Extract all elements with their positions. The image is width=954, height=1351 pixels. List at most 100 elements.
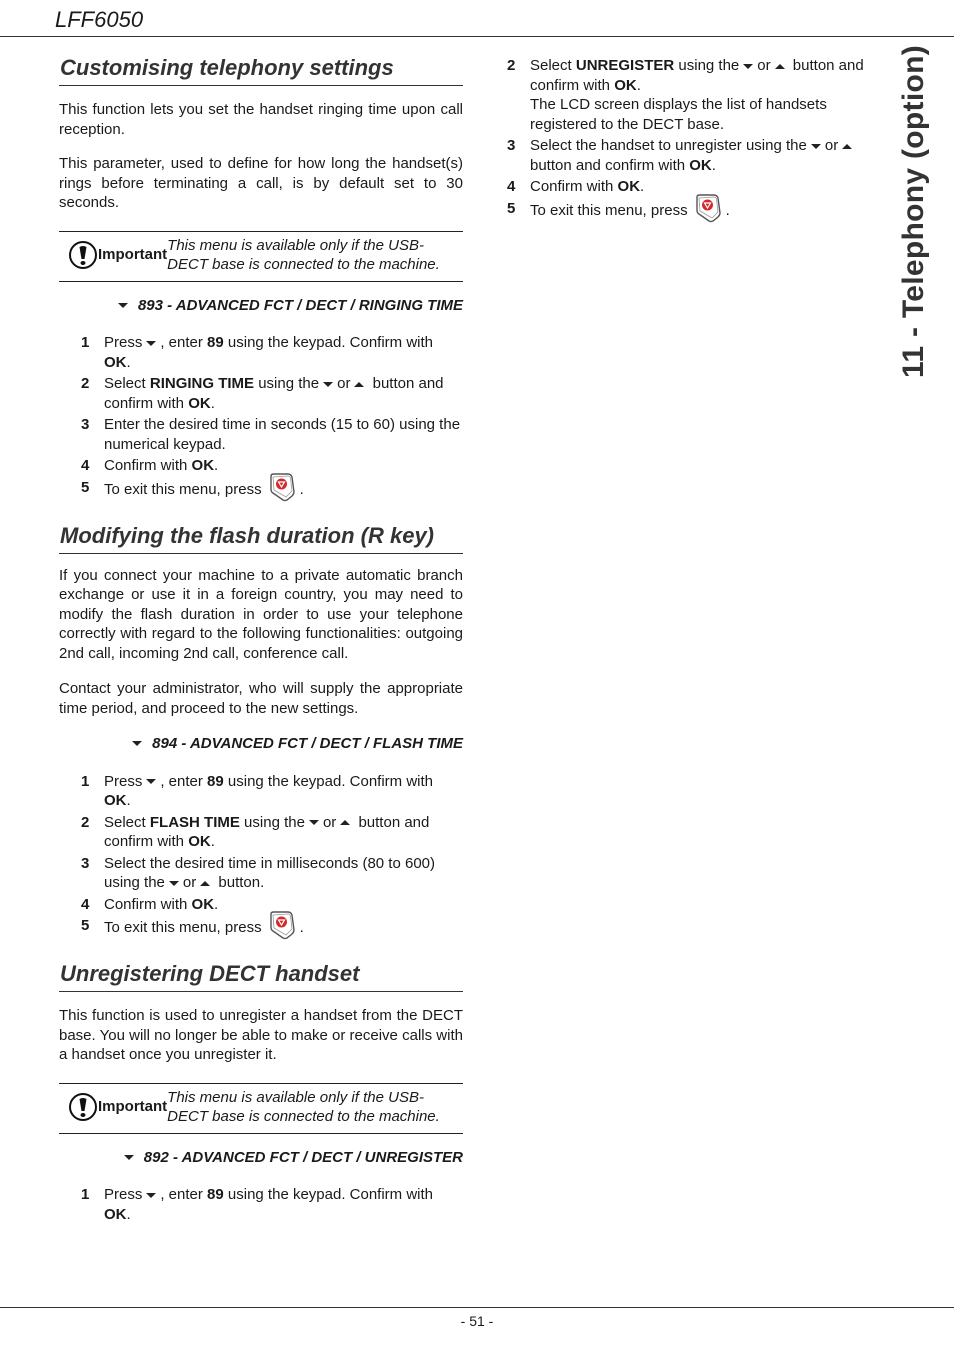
- step-text: To exit this menu, press.: [104, 916, 463, 940]
- down-arrow-icon: [323, 381, 334, 387]
- up-arrow-icon: [774, 63, 785, 69]
- menu-path-text: 894 - ADVANCED FCT / DECT / FLASH TIME: [152, 735, 463, 752]
- menu-path: 892 - ADVANCED FCT / DECT / UNREGISTER: [59, 1148, 463, 1168]
- step-bold: 89: [207, 772, 224, 790]
- step-text-part: using the: [258, 375, 320, 392]
- step-text: To exit this menu, press.: [104, 478, 463, 502]
- step-number: 5: [81, 917, 90, 934]
- step-item: 2 Select RINGING TIME using the or button…: [59, 374, 463, 413]
- step-number: 3: [81, 854, 90, 872]
- step-number: 1: [81, 334, 90, 351]
- step-bold: 89: [207, 1186, 224, 1203]
- step-item: 3 Select the handset to unregister using…: [507, 136, 889, 175]
- step-text-part: To exit this menu, press: [104, 480, 262, 498]
- down-arrow-icon: [308, 820, 319, 826]
- step-text-part: using the keypad. Confirm with: [227, 1186, 434, 1203]
- important-text: This menu is available only if the USB-D…: [167, 236, 440, 274]
- step-number: 2: [507, 57, 516, 74]
- step-bold: OK: [104, 353, 127, 371]
- step-bold: OK: [191, 895, 215, 913]
- step-text: Press , enter 89 using the keypad. Confir…: [104, 333, 463, 372]
- steps-list: 1 Press , enter 89 using the keypad. Conf…: [59, 333, 463, 502]
- paragraph: This function is used to unregister a ha…: [59, 1007, 463, 1063]
- step-item: 2 Select UNREGISTER using the or button a…: [507, 56, 889, 134]
- step-text-part: .: [636, 76, 641, 94]
- section-unregistering-dect: Unregistering DECT handset This function…: [59, 958, 463, 1224]
- step-text-part: Select: [530, 57, 572, 74]
- down-arrow-icon: [117, 302, 128, 308]
- step-text-part: Press: [104, 1186, 143, 1203]
- step-text-part: .: [126, 353, 131, 371]
- step-text: Select the desired time in milliseconds …: [104, 854, 463, 893]
- left-column: Customising telephony settings This func…: [59, 52, 463, 1226]
- step-number: 1: [81, 1186, 90, 1203]
- step-item: 2 Select FLASH TIME using the or button a…: [59, 813, 463, 852]
- page-number: - 51 -: [460, 1313, 494, 1329]
- paragraph: Contact your administrator, who will sup…: [59, 680, 463, 717]
- step-text-part: button and confirm with: [530, 156, 686, 174]
- step-text-part: .: [126, 1205, 131, 1223]
- section-title: Customising telephony settings: [59, 52, 463, 86]
- important-label-cell: Important: [59, 240, 167, 270]
- step-bold: OK: [104, 1205, 127, 1223]
- menu-path: 894 - ADVANCED FCT / DECT / FLASH TIME: [59, 734, 463, 754]
- step-text-part: or: [322, 813, 337, 831]
- document-model-title: LFF6050: [55, 7, 144, 32]
- up-arrow-icon: [842, 143, 853, 149]
- step-text-part: .: [126, 792, 131, 809]
- step-bold: UNREGISTER: [575, 57, 675, 74]
- down-arrow-icon: [146, 779, 157, 785]
- important-note: Important This menu is available only if…: [59, 1082, 463, 1134]
- section-customising-telephony: Customising telephony settings This func…: [59, 52, 463, 502]
- step-text: Select UNREGISTER using the or button and…: [530, 56, 889, 134]
- step-text-part: or: [757, 57, 771, 74]
- step-note: The LCD screen displays the list of hand…: [530, 96, 827, 133]
- paragraph: If you connect your machine to a private…: [59, 566, 463, 662]
- step-text-part: .: [725, 201, 730, 219]
- important-label: Important: [98, 246, 168, 264]
- step-text-part: button.: [218, 874, 265, 891]
- step-text-part: .: [214, 895, 219, 913]
- step-number: 2: [81, 813, 90, 831]
- section-title: Modifying the flash duration (R key): [59, 520, 463, 554]
- steps-list-continued: 2 Select UNREGISTER using the or button a…: [507, 56, 889, 223]
- step-text-part: using the keypad. Confirm with: [227, 772, 434, 790]
- step-item: 4 Confirm with OK.: [59, 895, 463, 915]
- down-arrow-icon: [132, 741, 143, 747]
- step-text: Select the handset to unregister using t…: [530, 136, 889, 175]
- step-number: 4: [81, 457, 90, 474]
- step-number: 5: [507, 199, 516, 217]
- step-bold: OK: [614, 76, 637, 94]
- step-item: 1 Press , enter 89 using the keypad. Conf…: [59, 333, 463, 372]
- step-item: 4 Confirm with OK.: [59, 456, 463, 476]
- step-text-part: Confirm with: [530, 178, 614, 195]
- step-text-part: .: [640, 178, 645, 195]
- step-item: 1 Press , enter 89 using the keypad. Conf…: [59, 1185, 463, 1224]
- step-number: 4: [81, 895, 90, 913]
- right-column: 2 Select UNREGISTER using the or button a…: [507, 56, 889, 225]
- important-label: Important: [98, 1098, 168, 1116]
- step-bold: OK: [617, 178, 641, 195]
- menu-path: 893 - ADVANCED FCT / DECT / RINGING TIME: [59, 296, 463, 316]
- step-text-part: Press: [104, 334, 143, 351]
- down-arrow-icon: [123, 1154, 134, 1160]
- stop-key-icon: [694, 193, 722, 223]
- step-bold: OK: [104, 792, 127, 809]
- chapter-side-tab: 11 - Telephony (option): [897, 44, 930, 378]
- step-number: 5: [81, 478, 90, 496]
- step-text-part: using the keypad. Confirm with: [227, 334, 434, 351]
- step-bold: OK: [191, 457, 215, 474]
- step-text-part: Select: [104, 813, 146, 831]
- step-text-part: .: [210, 833, 215, 850]
- down-arrow-icon: [168, 880, 179, 886]
- down-arrow-icon: [146, 1192, 157, 1198]
- step-item: 3 Select the desired time in millisecond…: [59, 854, 463, 893]
- exclamation-icon: [68, 1092, 98, 1122]
- stop-key-icon: [268, 472, 296, 502]
- step-item: 3 Enter the desired time in seconds (15 …: [59, 415, 463, 454]
- step-text-part: .: [299, 480, 304, 498]
- step-number: 2: [81, 375, 90, 392]
- header-divider: [0, 36, 954, 37]
- step-text-part: using the: [678, 57, 740, 74]
- down-arrow-icon: [743, 63, 754, 69]
